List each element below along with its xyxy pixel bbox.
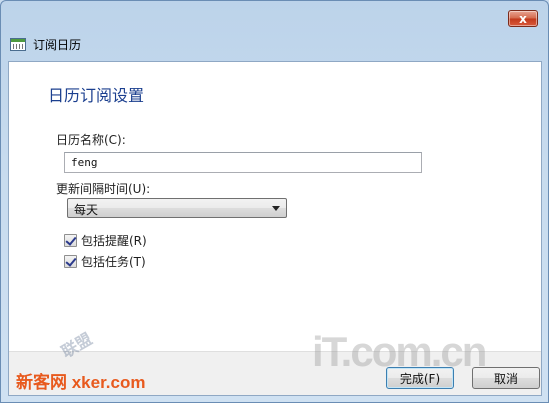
include-tasks-checkbox[interactable] bbox=[64, 255, 77, 268]
chevron-down-icon bbox=[272, 206, 280, 211]
update-interval-value: 每天 bbox=[74, 203, 99, 217]
site-watermark-right: iT.com.cn bbox=[312, 328, 487, 375]
calendar-name-label: 日历名称(C): bbox=[56, 133, 126, 147]
watermark-main-text: 新客网 xker.com bbox=[16, 373, 146, 392]
include-tasks-row[interactable]: 包括任务(T) bbox=[64, 253, 146, 270]
watermark-sub-text: 联盟 bbox=[59, 330, 96, 362]
close-icon: x bbox=[519, 11, 527, 26]
title-bar[interactable]: 订阅日历 x bbox=[1, 1, 548, 61]
include-reminders-row[interactable]: 包括提醒(R) bbox=[64, 232, 147, 249]
include-tasks-label: 包括任务(T) bbox=[81, 255, 146, 269]
include-reminders-label: 包括提醒(R) bbox=[81, 234, 147, 248]
update-interval-label: 更新间隔时间(U): bbox=[56, 182, 151, 196]
include-reminders-checkbox[interactable] bbox=[64, 234, 77, 247]
dialog-heading: 日历订阅设置 bbox=[48, 86, 145, 105]
calendar-icon bbox=[10, 38, 26, 51]
window-title: 订阅日历 bbox=[33, 38, 82, 52]
close-button[interactable]: x bbox=[508, 10, 538, 27]
update-interval-select[interactable]: 每天 bbox=[67, 198, 287, 218]
site-watermark-left: 联盟 新客网 xker.com bbox=[10, 318, 200, 392]
calendar-name-input[interactable]: feng bbox=[64, 152, 422, 173]
